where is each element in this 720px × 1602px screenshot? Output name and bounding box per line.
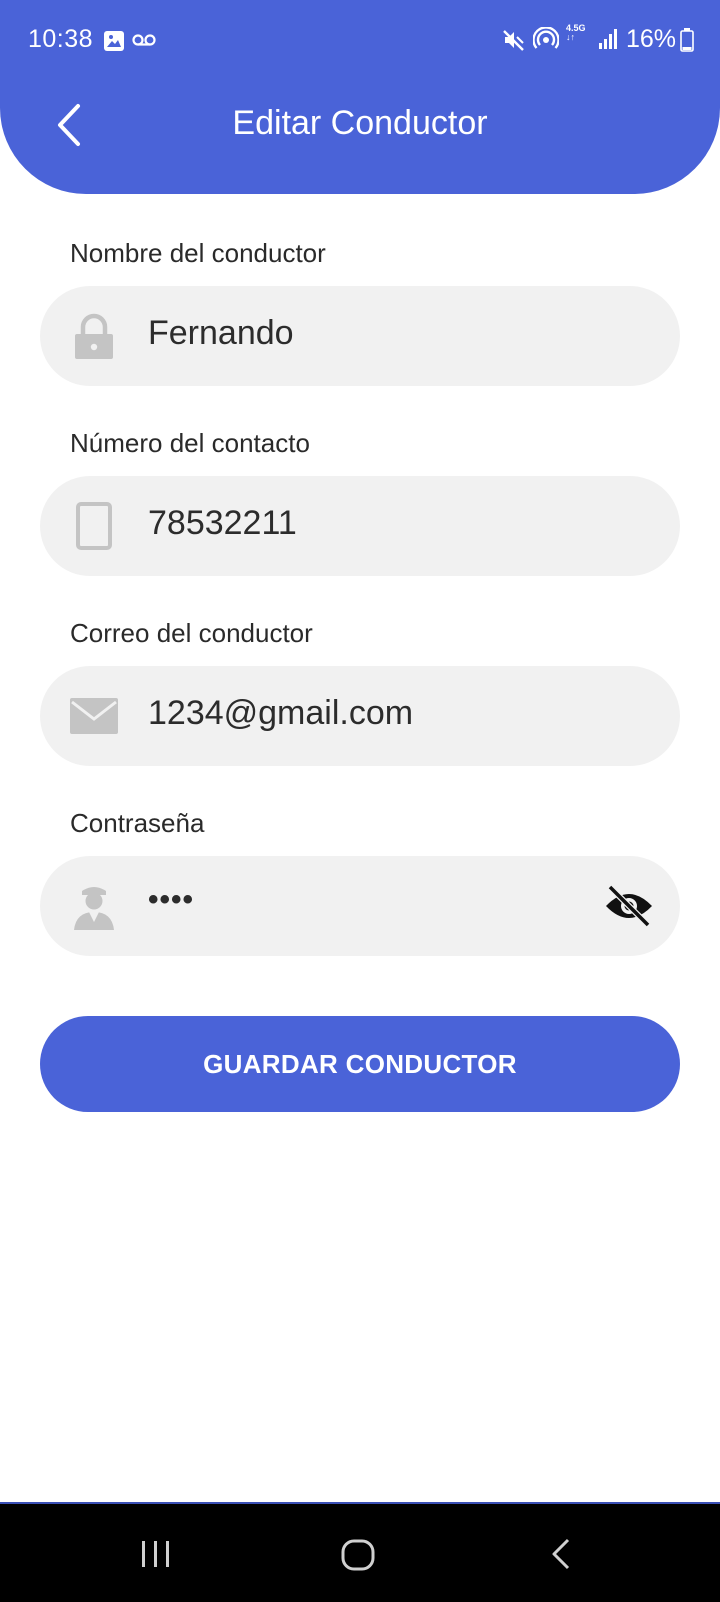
status-time: 10:38 (28, 25, 94, 53)
signal-icon (599, 29, 617, 49)
email-label: Correo del conductor (70, 618, 313, 648)
recent-apps-icon[interactable] (140, 1540, 172, 1568)
password-field[interactable]: •••• (40, 856, 680, 956)
image-icon (104, 31, 124, 51)
save-driver-button[interactable]: GUARDAR CONDUCTOR (40, 1016, 680, 1112)
password-input[interactable]: •••• (148, 883, 568, 917)
password-label: Contraseña (70, 808, 205, 838)
lock-icon (75, 313, 113, 359)
voicemail-icon (132, 34, 156, 46)
system-nav-bar (0, 1502, 720, 1602)
name-input[interactable]: Fernando (148, 314, 568, 353)
battery-icon (680, 28, 694, 52)
phone-icon (76, 502, 112, 550)
status-bar: 10:38 4.5G ↓↑ 16% (0, 22, 720, 58)
battery-percent: 16% (626, 25, 677, 53)
app-header: 10:38 4.5G ↓↑ 16% Editar Conductor (0, 0, 720, 194)
network-arrows-icon: ↓↑ (566, 32, 575, 42)
email-input[interactable]: 1234@gmail.com (148, 694, 568, 733)
phone-input[interactable]: 78532211 (148, 504, 568, 543)
page-title: Editar Conductor (232, 104, 488, 142)
home-icon[interactable] (341, 1539, 375, 1571)
driver-icon (74, 887, 114, 930)
mute-icon (503, 30, 524, 51)
name-field[interactable]: Fernando (40, 286, 680, 386)
email-field[interactable]: 1234@gmail.com (40, 666, 680, 766)
name-label: Nombre del conductor (70, 238, 326, 268)
network-icon: 4.5G ↓↑ (566, 24, 586, 42)
phone-label: Número del contacto (70, 428, 310, 458)
eye-off-icon[interactable] (604, 884, 654, 928)
phone-field[interactable]: 78532211 (40, 476, 680, 576)
hotspot-icon (533, 27, 559, 49)
email-icon (70, 698, 118, 734)
nav-back-icon[interactable] (550, 1538, 572, 1570)
